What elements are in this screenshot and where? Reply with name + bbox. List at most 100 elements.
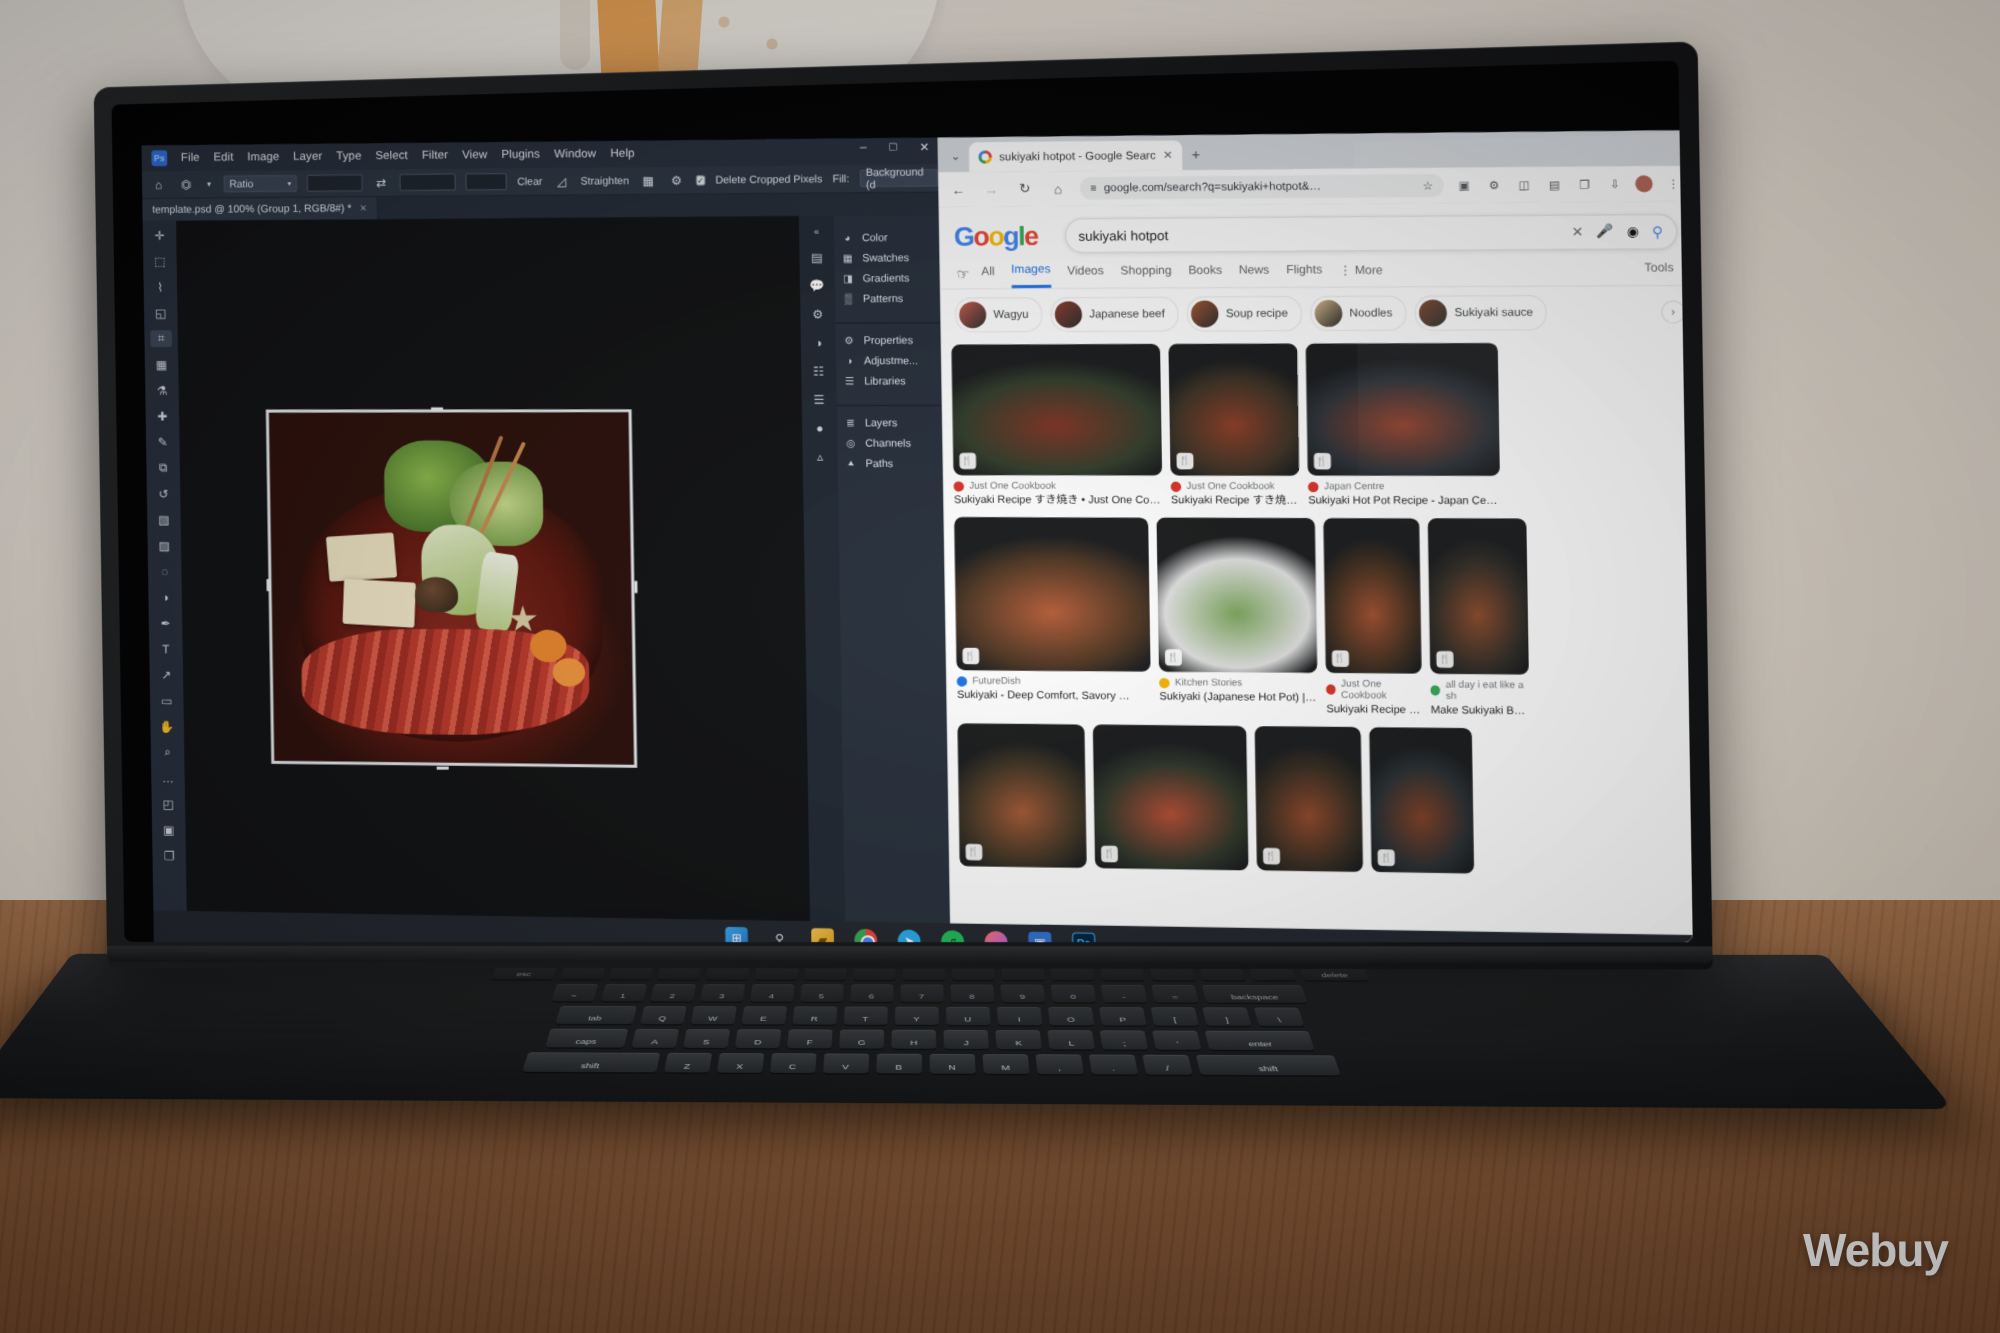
dodge-tool-icon[interactable]: ◑ <box>154 589 176 606</box>
key-2[interactable]: 2 <box>649 984 696 1002</box>
key-C[interactable]: C <box>769 1053 817 1074</box>
figma-app[interactable] <box>984 930 1008 943</box>
share-icon[interactable]: ⚙ <box>1484 176 1504 195</box>
layers-rail-icon[interactable]: ☰ <box>814 393 825 407</box>
result-title[interactable]: Sukiyaki Recipe すき焼き … <box>1171 494 1300 508</box>
result-title[interactable]: Sukiyaki Recipe すき焼き • Just One Cookbook <box>954 494 1163 508</box>
telegram-app[interactable]: ➤ <box>897 929 921 943</box>
key-O[interactable]: O <box>1047 1007 1094 1026</box>
crop-width-input[interactable] <box>306 174 363 192</box>
chrome-app[interactable] <box>854 928 878 943</box>
channels-rail-icon[interactable]: ● <box>816 421 824 435</box>
image-result-card[interactable]: 🍴 Japan Centre Sukiyaki Hot Pot Recipe - J… <box>1305 342 1500 508</box>
zoom-tool-icon[interactable]: ⌕ <box>157 744 179 761</box>
chrome-menu-icon[interactable]: ⋮ <box>1663 174 1683 193</box>
history-icon[interactable]: ▤ <box>811 250 823 264</box>
hand-tool-icon[interactable]: ✋ <box>156 718 178 735</box>
image-result-card[interactable]: 🍴 <box>1092 724 1249 871</box>
key-0[interactable]: 0 <box>1050 984 1096 1003</box>
straighten-icon[interactable]: ◿ <box>552 172 570 190</box>
marquee-tool-icon[interactable]: ⬚ <box>149 253 171 270</box>
maximize-button[interactable]: □ <box>889 141 896 153</box>
key-7[interactable]: 7 <box>900 984 944 1003</box>
tune-icon[interactable]: ≡ <box>1090 183 1096 194</box>
keyboard[interactable]: esc delete ~1 2 3 4 5 6 7 8 9 0- = backspace tab Q W E R T Y… <box>61 962 1843 1077</box>
crop-ratio-select[interactable]: Ratio ▾ <box>223 174 298 193</box>
menu-layer[interactable]: Layer <box>293 151 322 163</box>
image-result-card[interactable]: 🍴 <box>1254 726 1364 873</box>
clone-stamp-tool-icon[interactable]: ⧉ <box>152 459 174 476</box>
gradient-tool-icon[interactable]: ▨ <box>153 537 175 554</box>
editor-app[interactable]: ▣ <box>1028 931 1052 943</box>
google-tab-flights[interactable]: Flights <box>1286 263 1322 285</box>
google-tools-button[interactable]: Tools <box>1644 261 1673 283</box>
key-8[interactable]: 8 <box>949 984 994 1003</box>
result-thumbnail[interactable]: 🍴 <box>954 517 1151 672</box>
tab-close-icon[interactable]: ✕ <box>1163 149 1173 162</box>
home-button[interactable]: ⌂ <box>1046 177 1069 200</box>
image-result-card[interactable]: 🍴 Just One Cookbook Sukiyaki Recipe す… <box>1323 518 1422 717</box>
panel-group-layers[interactable]: ≣ Layers ◎ Channels ⯅ Paths <box>837 409 943 485</box>
properties-rail-icon[interactable]: ⚙ <box>812 307 823 321</box>
key-A[interactable]: A <box>631 1028 680 1048</box>
paths-rail-icon[interactable]: ▵ <box>817 450 823 464</box>
image-result-card[interactable]: 🍴 all day i eat like a sh Make Sukiyaki Be… <box>1427 518 1530 718</box>
image-result-card[interactable]: 🍴 FutureDish Sukiyaki - Deep Comfort, Savo… <box>954 517 1151 704</box>
crop-handle-top[interactable] <box>431 407 444 411</box>
file-explorer[interactable]: ▰ <box>811 928 835 943</box>
minimize-button[interactable]: – <box>860 141 867 153</box>
key-.[interactable]: . <box>1088 1054 1138 1075</box>
lens-icon[interactable]: ◉ <box>1627 223 1640 240</box>
crop-tool-icon[interactable]: ⏣ <box>177 175 195 193</box>
crop-resolution-input[interactable] <box>465 173 508 191</box>
google-logo[interactable]: Google <box>954 221 1038 252</box>
extensions-icon[interactable]: ❐ <box>1575 175 1595 194</box>
key-9[interactable]: 9 <box>999 984 1045 1003</box>
tab-search-icon[interactable]: ⌄ <box>944 143 967 168</box>
forward-button[interactable]: → <box>980 178 1003 201</box>
image-result-card[interactable]: 🍴 Just One Cookbook Sukiyaki Recipe すき焼き •… <box>951 343 1163 508</box>
path-select-tool-icon[interactable]: ↗ <box>155 666 177 683</box>
key-R[interactable]: R <box>792 1006 837 1025</box>
photoshop-canvas[interactable]: ✦ Generative Expand Ratio ▾ ◉ ••• <box>176 216 873 943</box>
google-tab-images[interactable]: Images <box>1011 263 1051 289</box>
libraries-rail-icon[interactable]: ☷ <box>813 364 824 378</box>
crop-tool-icon[interactable]: ⌗ <box>150 330 173 348</box>
google-tab-all[interactable]: All <box>981 265 995 287</box>
key-P[interactable]: P <box>1098 1007 1147 1026</box>
result-thumbnail[interactable]: 🍴 <box>1156 517 1318 674</box>
swap-dimensions-icon[interactable]: ⇄ <box>372 174 390 192</box>
menu-edit[interactable]: Edit <box>213 152 233 164</box>
result-thumbnail[interactable]: 🍴 <box>1369 727 1475 874</box>
key-E[interactable]: E <box>741 1006 787 1025</box>
key-Y[interactable]: Y <box>894 1006 939 1025</box>
panel-group-properties[interactable]: ⚙ Properties ◑ Adjustme... ☰ Libraries <box>836 326 942 402</box>
clear-button[interactable]: Clear <box>517 175 542 187</box>
key-shift[interactable]: shift <box>1195 1054 1341 1076</box>
key-4[interactable]: 4 <box>749 984 794 1002</box>
key-I[interactable]: I <box>996 1006 1042 1026</box>
search-button[interactable]: ⚲ <box>768 927 791 943</box>
menu-plugins[interactable]: Plugins <box>501 149 540 161</box>
key-6[interactable]: 6 <box>849 984 893 1002</box>
menu-window[interactable]: Window <box>554 148 596 160</box>
close-button[interactable]: ✕ <box>919 140 929 154</box>
panel-item-paths[interactable]: ⯅ Paths <box>838 454 944 474</box>
brush-tool-icon[interactable]: ✎ <box>152 434 174 451</box>
key-J[interactable]: J <box>943 1029 989 1049</box>
menu-view[interactable]: View <box>462 149 487 161</box>
page-scrollbar[interactable] <box>1686 274 1693 390</box>
panel-item-layers[interactable]: ≣ Layers <box>837 413 943 433</box>
fill-select[interactable]: Background (d <box>859 166 939 191</box>
canvas-image[interactable] <box>265 409 638 768</box>
google-search-box[interactable]: sukiyaki hotpot ✕ 🎤 ◉ ⚲ <box>1064 213 1678 254</box>
photoshop-app[interactable]: Ps <box>1072 932 1096 943</box>
comments-icon[interactable]: 💬 <box>810 279 826 293</box>
blur-tool-icon[interactable]: ◌ <box>154 563 176 580</box>
key-caps[interactable]: caps <box>545 1028 629 1048</box>
crop-height-input[interactable] <box>399 173 456 191</box>
key-M[interactable]: M <box>981 1054 1030 1075</box>
panel-item-properties[interactable]: ⚙ Properties <box>836 330 942 351</box>
key-G[interactable]: G <box>839 1029 885 1049</box>
quick-mask-icon[interactable]: ▣ <box>158 821 180 838</box>
